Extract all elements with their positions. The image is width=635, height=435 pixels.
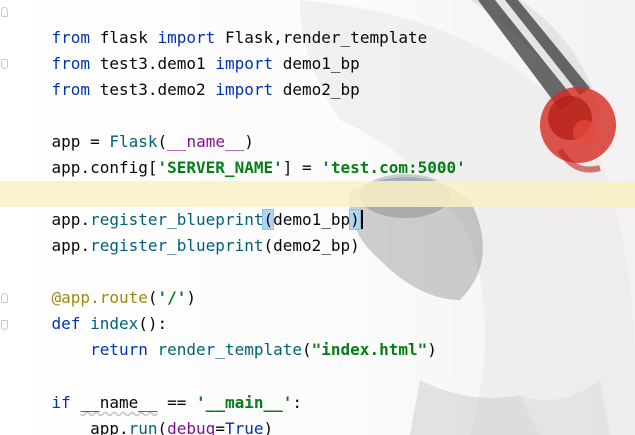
argument: demo2_bp [273,236,351,255]
variable: app [51,236,81,255]
colon: : [292,393,303,412]
paren: ( [263,236,274,255]
keyword: from [51,80,91,99]
method-call: register_blueprint [90,236,264,255]
code-editor[interactable]: from flask import Flask,render_template … [0,0,635,435]
keyword: import [215,80,274,99]
code-line[interactable]: @app.route('/') [13,259,197,307]
operator: ] = [282,158,322,177]
code-line-current[interactable]: app.register_blueprint(demo1_bp) [13,181,363,230]
function-call: render_template [157,340,303,359]
module-name: test3.demo2 [99,80,206,99]
string-literal: 'test.com:5000' [321,158,466,177]
code-line[interactable]: from test3.demo1 import demo1_bp [13,25,360,73]
dot: . [118,419,129,435]
method-call: run [128,419,158,435]
operator: = [215,419,225,435]
gutter[interactable] [0,0,10,435]
code-line[interactable]: return render_template("index.html") [13,311,437,359]
paren: ) [350,236,360,255]
fold-marker-icon[interactable] [1,7,8,17]
boolean-literal: True [224,419,264,435]
keyword-argument: debug [167,419,216,435]
code-line[interactable]: app.config['SERVER_NAME'] = 'test.com:50… [13,129,466,177]
paren: ( [302,340,312,359]
code-line[interactable]: app = Flask(__name__) [13,103,254,151]
dot: . [80,236,91,255]
variable: app [51,158,81,177]
paren: ) [427,340,437,359]
code-line[interactable]: app.run(debug=True) [13,390,273,435]
fold-marker-icon[interactable] [1,320,8,330]
code-line[interactable]: if __name__ == '__main__': [13,364,302,412]
fold-marker-icon[interactable] [1,293,8,303]
variable: app [90,419,119,435]
import-names: demo2_bp [282,80,360,99]
code-line[interactable]: from flask import Flask,render_template [13,0,428,47]
text-caret [360,210,363,229]
code-line[interactable]: def index(): [13,285,168,333]
code-line[interactable]: app.register_blueprint(demo2_bp) [13,207,360,255]
paren: ( [157,419,168,435]
fold-marker-icon[interactable] [1,59,8,69]
paren: ) [186,288,197,307]
attribute: .config[ [80,158,158,177]
paren: ) [263,419,274,435]
string-literal: 'SERVER_NAME' [157,158,283,177]
code-line[interactable]: from test3.demo2 import demo2_bp [13,51,360,99]
string-literal: "index.html" [311,340,428,359]
keyword: return [90,340,148,359]
